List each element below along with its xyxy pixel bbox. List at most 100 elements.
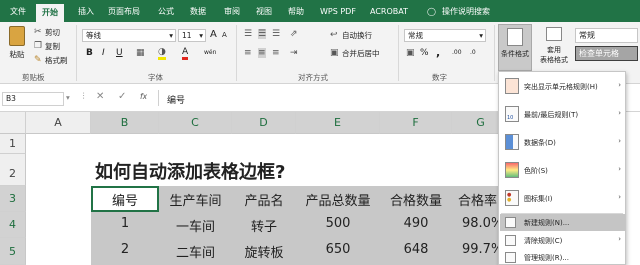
tab-home[interactable]: 开始	[36, 4, 64, 22]
fill-color-icon[interactable]: ◑	[158, 47, 166, 60]
table-cell[interactable]: 2	[91, 242, 159, 257]
separator	[398, 25, 399, 81]
cell-style-normal[interactable]: 常规	[575, 28, 638, 43]
table-cell[interactable]: 一车间	[159, 216, 232, 235]
icon-sets-icon: ● ●	[505, 190, 519, 206]
bold-button[interactable]: B	[86, 48, 93, 58]
align-left-icon[interactable]: ≡	[244, 48, 252, 58]
merge-center-button[interactable]: 合并后居中	[342, 48, 380, 59]
tab-view[interactable]: 视图	[256, 5, 272, 20]
chevron-right-icon: ›	[618, 165, 621, 173]
tab-insert[interactable]: 插入	[78, 5, 94, 20]
border-icon[interactable]: ▦	[136, 48, 145, 58]
conditional-format-menu: 突出显示单元格规则(H) › 10 最前/最后规则(T) › 数据条(D) › …	[498, 71, 626, 265]
comma-button[interactable]: ,	[436, 46, 440, 59]
format-as-table-button[interactable]: 套用 表格格式	[536, 24, 572, 71]
column-header-e[interactable]: E	[296, 112, 380, 134]
align-top-icon[interactable]: ☰	[244, 29, 252, 39]
tab-data[interactable]: 数据	[190, 5, 206, 20]
row-header-2[interactable]: 2	[0, 154, 26, 186]
wrap-text-button[interactable]: 自动换行	[342, 30, 372, 41]
menu-item-new-rule[interactable]: 新建规则(N)...	[500, 214, 625, 231]
table-cell[interactable]: 648	[380, 242, 452, 257]
table-cell[interactable]: 650	[296, 242, 380, 257]
tab-wps-pdf[interactable]: WPS PDF	[320, 5, 356, 20]
tab-page-layout[interactable]: 页面布局	[108, 5, 140, 20]
enter-icon[interactable]: ✓	[118, 91, 126, 102]
tell-me-search[interactable]: 操作说明搜索	[442, 5, 490, 20]
menu-item-top-bottom-rules[interactable]: 10 最前/最后规则(T) ›	[500, 102, 625, 128]
tab-formulas[interactable]: 公式	[158, 5, 174, 20]
name-box[interactable]: B3	[2, 92, 64, 106]
excel-window: 文件 开始 插入 页面布局 公式 数据 审阅 视图 帮助 WPS PDF ACR…	[0, 0, 640, 265]
table-cell[interactable]: 转子	[232, 216, 296, 235]
header-cell[interactable]: 生产车间	[159, 190, 232, 209]
font-color-button[interactable]: A	[182, 47, 189, 60]
row-header-5[interactable]: 5	[0, 238, 26, 265]
formula-input[interactable]: 编号	[158, 90, 498, 106]
align-center-icon[interactable]: ≡	[258, 48, 266, 58]
underline-button[interactable]: U	[116, 48, 123, 58]
tab-file[interactable]: 文件	[10, 5, 26, 20]
increase-decimal-button[interactable]: .00	[452, 49, 462, 56]
data-bars-icon	[505, 134, 519, 150]
menu-item-highlight-rules[interactable]: 突出显示单元格规则(H) ›	[500, 74, 625, 100]
align-right-icon[interactable]: ≡	[272, 48, 280, 58]
table-cell[interactable]: 旋转板	[232, 242, 296, 261]
column-header-b[interactable]: B	[91, 112, 159, 134]
currency-icon[interactable]: ▣	[406, 48, 415, 58]
insert-function-button[interactable]: fx	[140, 92, 147, 101]
table-cell[interactable]: 1	[91, 216, 159, 231]
menu-item-icon-sets[interactable]: ● ● 图标集(I) ›	[500, 186, 625, 212]
column-header-a[interactable]: A	[26, 112, 91, 134]
chevron-down-icon[interactable]: ▾	[66, 93, 70, 102]
separator	[76, 25, 77, 81]
shrink-font-button[interactable]: A	[222, 31, 227, 39]
clear-rules-icon	[505, 235, 516, 246]
header-cell[interactable]: 编号	[91, 190, 159, 209]
menu-item-color-scales[interactable]: 色阶(S) ›	[500, 158, 625, 184]
header-cell[interactable]: 产品总数量	[296, 190, 380, 209]
select-all-corner[interactable]	[0, 112, 26, 134]
menu-item-clear-rules[interactable]: 清除规则(C) ›	[500, 232, 625, 249]
cut-button[interactable]: 剪切	[45, 27, 60, 38]
menu-item-manage-rules[interactable]: 管理规则(R)...	[500, 249, 625, 265]
tab-help[interactable]: 帮助	[288, 5, 304, 20]
column-header-f[interactable]: F	[380, 112, 452, 134]
table-cell[interactable]: 500	[296, 216, 380, 231]
decrease-decimal-button[interactable]: .0	[470, 49, 476, 56]
copy-button[interactable]: 复制	[45, 41, 60, 52]
row-header-1[interactable]: 1	[0, 134, 26, 154]
grow-font-button[interactable]: A	[210, 29, 217, 40]
menu-item-label: 数据条(D)	[524, 139, 556, 147]
font-name-select[interactable]: 等线 ▾	[82, 29, 176, 42]
orientation-icon[interactable]: ⇗	[290, 29, 298, 39]
phonetic-button[interactable]: wén	[204, 49, 216, 56]
font-size-select[interactable]: 11 ▾	[178, 29, 206, 42]
header-cell[interactable]: 产品名	[232, 190, 296, 209]
italic-button[interactable]: I	[102, 48, 105, 58]
table-cell[interactable]: 490	[380, 216, 452, 231]
sheet-title[interactable]: 如何自动添加表格边框?	[95, 158, 285, 184]
tab-acrobat[interactable]: ACROBAT	[370, 5, 408, 20]
percent-button[interactable]: %	[420, 48, 429, 58]
indent-icon[interactable]: ⇥	[290, 48, 298, 58]
row-header-3[interactable]: 3	[0, 186, 26, 212]
menu-item-data-bars[interactable]: 数据条(D) ›	[500, 130, 625, 156]
cell-style-check[interactable]: 检查单元格	[575, 46, 638, 61]
number-format-select[interactable]: 常规 ▾	[404, 29, 486, 42]
font-group-label: 字体	[148, 73, 163, 82]
align-bottom-icon[interactable]: ☰	[272, 29, 280, 39]
header-cell[interactable]: 合格数量	[380, 190, 452, 209]
column-header-c[interactable]: C	[159, 112, 232, 134]
tab-review[interactable]: 审阅	[224, 5, 240, 20]
row-header-4[interactable]: 4	[0, 212, 26, 238]
column-header-d[interactable]: D	[232, 112, 296, 134]
format-painter-button[interactable]: 格式刷	[45, 55, 68, 66]
align-middle-icon[interactable]: ☰	[258, 29, 267, 39]
scissors-icon: ✂	[34, 27, 42, 37]
paste-button[interactable]: 粘贴	[6, 26, 28, 66]
table-cell[interactable]: 二车间	[159, 242, 232, 261]
conditional-format-button[interactable]: 条件格式	[498, 24, 532, 71]
cancel-icon[interactable]: ✕	[96, 91, 104, 102]
